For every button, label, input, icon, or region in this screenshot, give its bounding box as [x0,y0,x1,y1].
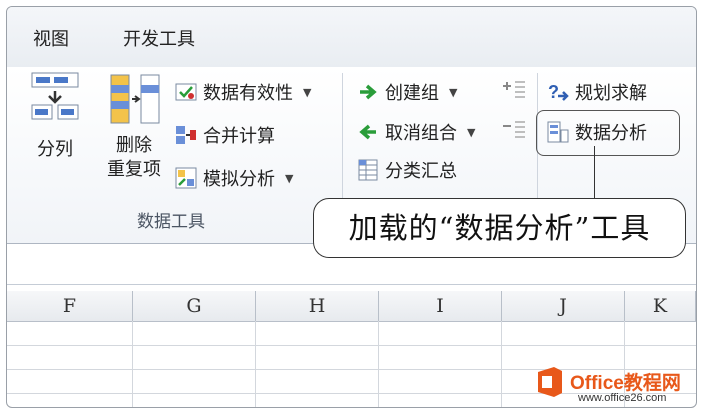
grid-line [7,345,696,346]
column-header-i[interactable]: I [379,291,502,322]
column-header-f[interactable]: F [7,291,133,322]
subtotal-label: 分类汇总 [385,161,457,182]
hide-detail-icon[interactable] [501,119,527,139]
callout-annotation: 加载的“数据分析”工具 [313,198,686,258]
ungroup-button[interactable]: 取消组合 ▼ [357,119,475,145]
chevron-down-icon: ▼ [467,125,476,139]
show-detail-icon[interactable] [501,79,527,99]
remove-dup-line2: 重复项 [107,159,161,180]
ungroup-label: 取消组合 [385,123,457,144]
remove-dup-line1: 删除 [116,135,152,156]
watermark-name: Office教程网 [570,373,681,394]
ribbon-tabs: 视图 开发工具 [7,7,696,68]
consolidate-button[interactable]: 合并计算 [175,122,275,148]
group-button[interactable]: 创建组 ▼ [357,79,457,105]
column-header-g[interactable]: G [133,291,256,322]
grid-line [501,321,502,407]
office-logo-icon [538,367,562,397]
validation-icon [175,83,197,101]
text-to-columns-button[interactable]: 分列 [27,71,83,162]
split-columns-icon [31,72,79,120]
column-header-h[interactable]: H [256,291,379,322]
chevron-down-icon: ▼ [303,85,312,99]
grid-line [255,321,256,407]
consolidate-icon [176,126,196,144]
remove-duplicates-button[interactable]: 删除 重复项 [101,71,167,182]
whatif-label: 模拟分析 [203,169,275,190]
group-label: 创建组 [385,83,439,104]
data-analysis-highlight [536,110,680,156]
solver-icon: ? [548,82,569,102]
validation-label: 数据有效性 [203,83,293,104]
split-label: 分列 [37,139,73,160]
solver-label: 规划求解 [575,83,647,104]
arrow-left-icon [359,124,376,140]
chevron-down-icon: ▼ [285,171,294,185]
group-label-data-tools: 数据工具 [137,212,205,232]
solver-button[interactable]: ? 规划求解 [547,79,647,105]
watermark-url: www.office26.com [578,392,667,404]
grid-line [132,321,133,407]
tab-view[interactable]: 视图 [33,25,69,51]
arrow-right-icon [360,84,377,100]
remove-duplicates-icon [110,74,160,124]
subtotal-icon [358,159,378,181]
callout-leader-line [594,146,595,198]
watermark: Office教程网 www.office26.com [532,364,702,408]
consolidate-label: 合并计算 [203,126,275,147]
subtotal-button[interactable]: 分类汇总 [357,157,457,183]
svg-text:?: ? [548,82,559,102]
grid-line [378,321,379,407]
tab-developer[interactable]: 开发工具 [123,25,195,51]
column-header-j[interactable]: J [502,291,625,322]
what-if-icon [175,167,197,189]
what-if-analysis-button[interactable]: 模拟分析 ▼ [175,165,293,191]
chevron-down-icon: ▼ [449,85,458,99]
column-header-k[interactable]: K [625,291,696,322]
data-validation-button[interactable]: 数据有效性 ▼ [175,79,311,105]
